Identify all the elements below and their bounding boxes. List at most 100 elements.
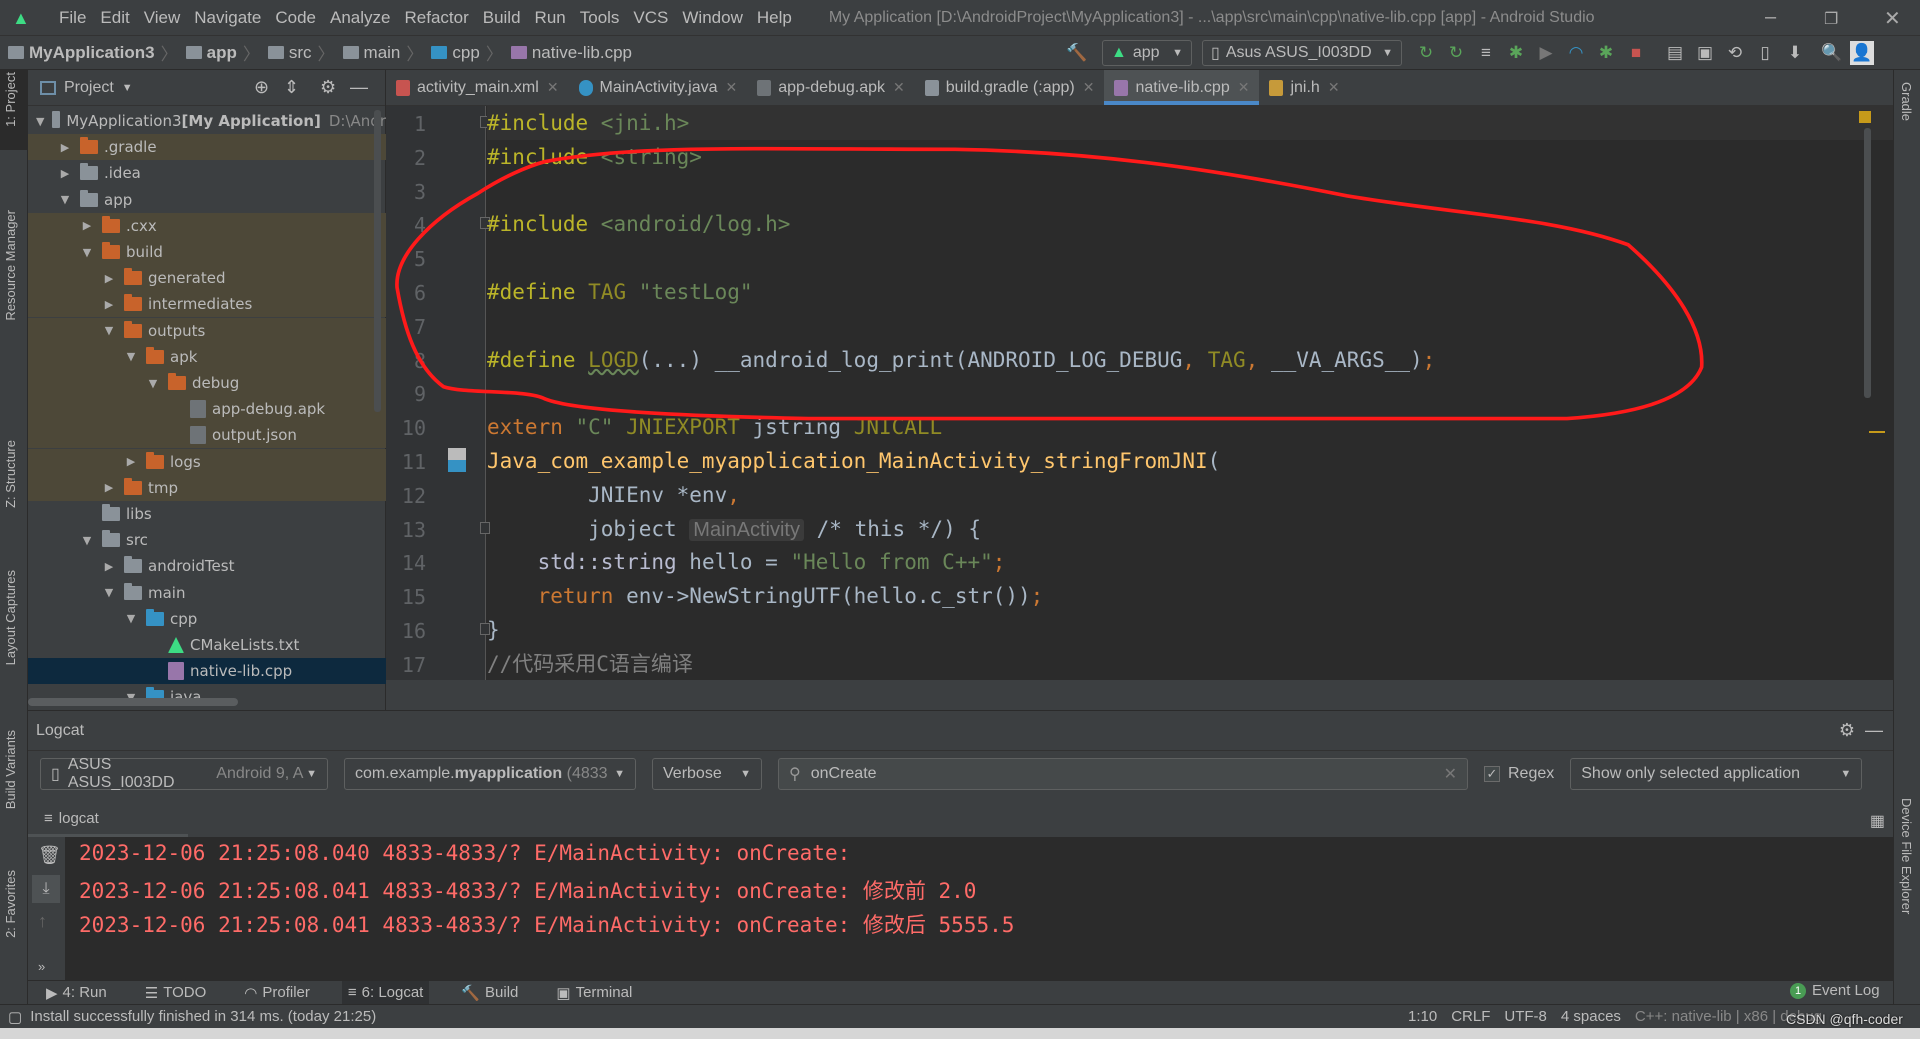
locate-icon[interactable]: ⊕ (254, 77, 269, 98)
breadcrumb-item[interactable]: main 〉 (342, 40, 423, 65)
apply-changes-restart-icon[interactable]: ↻ (1414, 41, 1438, 65)
logcat-search-input[interactable]: ⚲ onCreate ✕ (778, 758, 1468, 790)
gear-icon[interactable]: ⚙ (1839, 720, 1855, 741)
tree-item[interactable]: ▼ src (28, 527, 386, 553)
tree-item[interactable]: ▼ outputs (28, 317, 386, 344)
collapsed-arrow-icon[interactable]: ▶ (124, 455, 138, 468)
logcat-output[interactable]: 2023-12-06 21:25:08.040 4833-4833/? E/Ma… (65, 837, 1893, 980)
menu-code[interactable]: Code (268, 8, 323, 28)
tool-tab[interactable]: ☰ TODO (139, 981, 213, 1005)
menu-help[interactable]: Help (750, 8, 799, 28)
tree-item[interactable]: ▶ androidTest (28, 553, 386, 579)
breadcrumb-item[interactable]: src 〉 (267, 40, 335, 65)
favorites-tool-button[interactable]: 2: Favorites (3, 870, 18, 938)
menu-navigate[interactable]: Navigate (187, 8, 268, 28)
build-variants-tool-button[interactable]: Build Variants (3, 730, 18, 809)
breadcrumb-item[interactable]: MyApplication3 〉 (8, 40, 178, 65)
tree-item[interactable]: ▼ debug (28, 370, 386, 396)
editor-tab[interactable]: app-debug.apk ✕ (747, 70, 915, 105)
collapse-all-icon[interactable]: ⇕ (284, 77, 299, 98)
collapsed-arrow-icon[interactable]: ▶ (102, 272, 116, 285)
more-icon[interactable]: » (38, 959, 45, 974)
menu-file[interactable]: File (52, 8, 93, 28)
editor-tab[interactable]: build.gradle (:app) ✕ (915, 70, 1105, 105)
hide-panel-icon[interactable]: — (350, 77, 368, 98)
debug-icon[interactable]: ✱ (1504, 41, 1528, 65)
run-config-select[interactable]: ▲ app ▼ (1102, 39, 1192, 66)
warning-indicator-icon[interactable] (1859, 111, 1871, 123)
device-file-explorer-tool-button[interactable]: Device File Explorer (1899, 798, 1914, 914)
gradle-tool-button[interactable]: Gradle (1899, 82, 1914, 121)
scroll-to-end-icon[interactable]: ⤓ (32, 875, 60, 903)
stop-icon[interactable]: ■ (1624, 41, 1648, 65)
expanded-arrow-icon[interactable]: ▼ (80, 246, 94, 259)
tree-item[interactable]: ▼ main (28, 580, 386, 606)
close-tab-icon[interactable]: ✕ (726, 79, 738, 96)
java-native-method-icon[interactable] (448, 448, 466, 472)
avd-manager-icon[interactable]: ▣ (1693, 41, 1717, 65)
tool-tab[interactable]: ▣ Terminal (550, 981, 638, 1005)
collapsed-arrow-icon[interactable]: ▶ (58, 167, 72, 180)
editor-vertical-scrollbar[interactable] (1864, 128, 1871, 398)
menu-view[interactable]: View (137, 8, 188, 28)
structure-tool-button[interactable]: Z: Structure (3, 440, 18, 508)
device-select[interactable]: ▯ Asus ASUS_I003DD ▼ (1202, 39, 1402, 66)
tree-item[interactable]: native-lib.cpp (28, 658, 386, 685)
menu-vcs[interactable]: VCS (626, 8, 675, 28)
line-separator[interactable]: CRLF (1451, 1008, 1490, 1025)
editor-tab[interactable]: activity_main.xml ✕ (386, 70, 569, 105)
tree-item[interactable]: ▶ .gradle (28, 134, 386, 161)
minimize-icon[interactable]: – (1765, 6, 1776, 29)
layout-captures-tool-button[interactable]: Layout Captures (3, 570, 18, 665)
menu-analyze[interactable]: Analyze (323, 8, 397, 28)
device-manager-icon[interactable]: ▯ (1753, 41, 1777, 65)
close-tab-icon[interactable]: ✕ (893, 79, 905, 96)
project-structure-icon[interactable]: ▤ (1663, 41, 1687, 65)
restore-icon[interactable]: ❐ (1824, 9, 1838, 29)
expanded-arrow-icon[interactable]: ▼ (58, 193, 72, 206)
breadcrumb-item[interactable]: native-lib.cpp (510, 40, 632, 65)
expanded-arrow-icon[interactable]: ▼ (80, 534, 94, 547)
file-encoding[interactable]: UTF-8 (1504, 1008, 1547, 1025)
regex-checkbox[interactable]: ✓ (1484, 766, 1500, 782)
expanded-arrow-icon[interactable]: ▼ (124, 350, 138, 363)
tool-tab[interactable]: ▶ 4: Run (40, 981, 113, 1005)
logcat-tab[interactable]: ≡ logcat (28, 803, 188, 837)
breadcrumb-item[interactable]: cpp 〉 (431, 40, 503, 65)
status-toggle-icon[interactable]: ▢ (8, 1008, 22, 1026)
account-avatar[interactable]: 👤 (1850, 40, 1874, 65)
expanded-arrow-icon[interactable]: ▼ (124, 612, 138, 625)
process-select[interactable]: com.example. myapplication (4833 ▼ (344, 758, 636, 790)
tree-item[interactable]: ▶ .cxx (28, 212, 386, 239)
tree-item[interactable]: ▼ apk (28, 343, 386, 370)
tree-horizontal-scrollbar[interactable] (28, 698, 238, 706)
collapsed-arrow-icon[interactable]: ▶ (102, 298, 116, 311)
apply-code-changes-icon[interactable]: ↻ (1444, 41, 1468, 65)
expanded-arrow-icon[interactable]: ▼ (102, 324, 116, 337)
gradle-sync-icon[interactable]: ⟲ (1723, 41, 1747, 65)
menu-edit[interactable]: Edit (93, 8, 136, 28)
tree-item[interactable]: ▶ generated (28, 265, 386, 292)
tree-item[interactable]: ▼ MyApplication3 [My Application] D:\Andr (28, 108, 386, 134)
tree-item[interactable]: libs (28, 501, 386, 527)
collapsed-arrow-icon[interactable]: ▶ (58, 141, 72, 154)
close-tab-icon[interactable]: ✕ (1238, 79, 1250, 96)
tree-item[interactable]: output.json (28, 422, 386, 449)
device-select[interactable]: ▯ ASUS ASUS_I003DD Android 9, A ▼ (40, 756, 328, 791)
editor-tab[interactable]: jni.h ✕ (1259, 70, 1349, 105)
collapsed-arrow-icon[interactable]: ▶ (102, 560, 116, 573)
clear-logcat-trash-icon[interactable]: 🗑 (38, 845, 61, 866)
expanded-arrow-icon[interactable]: ▼ (146, 377, 160, 390)
tree-item[interactable]: ▼ build (28, 239, 386, 265)
tree-item[interactable]: ▼ app (28, 187, 386, 213)
profile-icon[interactable]: ◠ (1564, 41, 1588, 65)
tree-item[interactable]: ▶ intermediates (28, 291, 386, 318)
collapsed-arrow-icon[interactable]: ▶ (80, 219, 94, 232)
breadcrumb-item[interactable]: app 〉 (185, 40, 260, 65)
tree-item[interactable]: app-debug.apk (28, 396, 386, 423)
resource-manager-tool-button[interactable]: Resource Manager (3, 210, 18, 321)
layout-icon[interactable]: ▦ (1870, 811, 1885, 831)
menu-tools[interactable]: Tools (573, 8, 627, 28)
clear-search-icon[interactable]: ✕ (1444, 764, 1457, 784)
hide-panel-icon[interactable]: — (1865, 720, 1883, 741)
